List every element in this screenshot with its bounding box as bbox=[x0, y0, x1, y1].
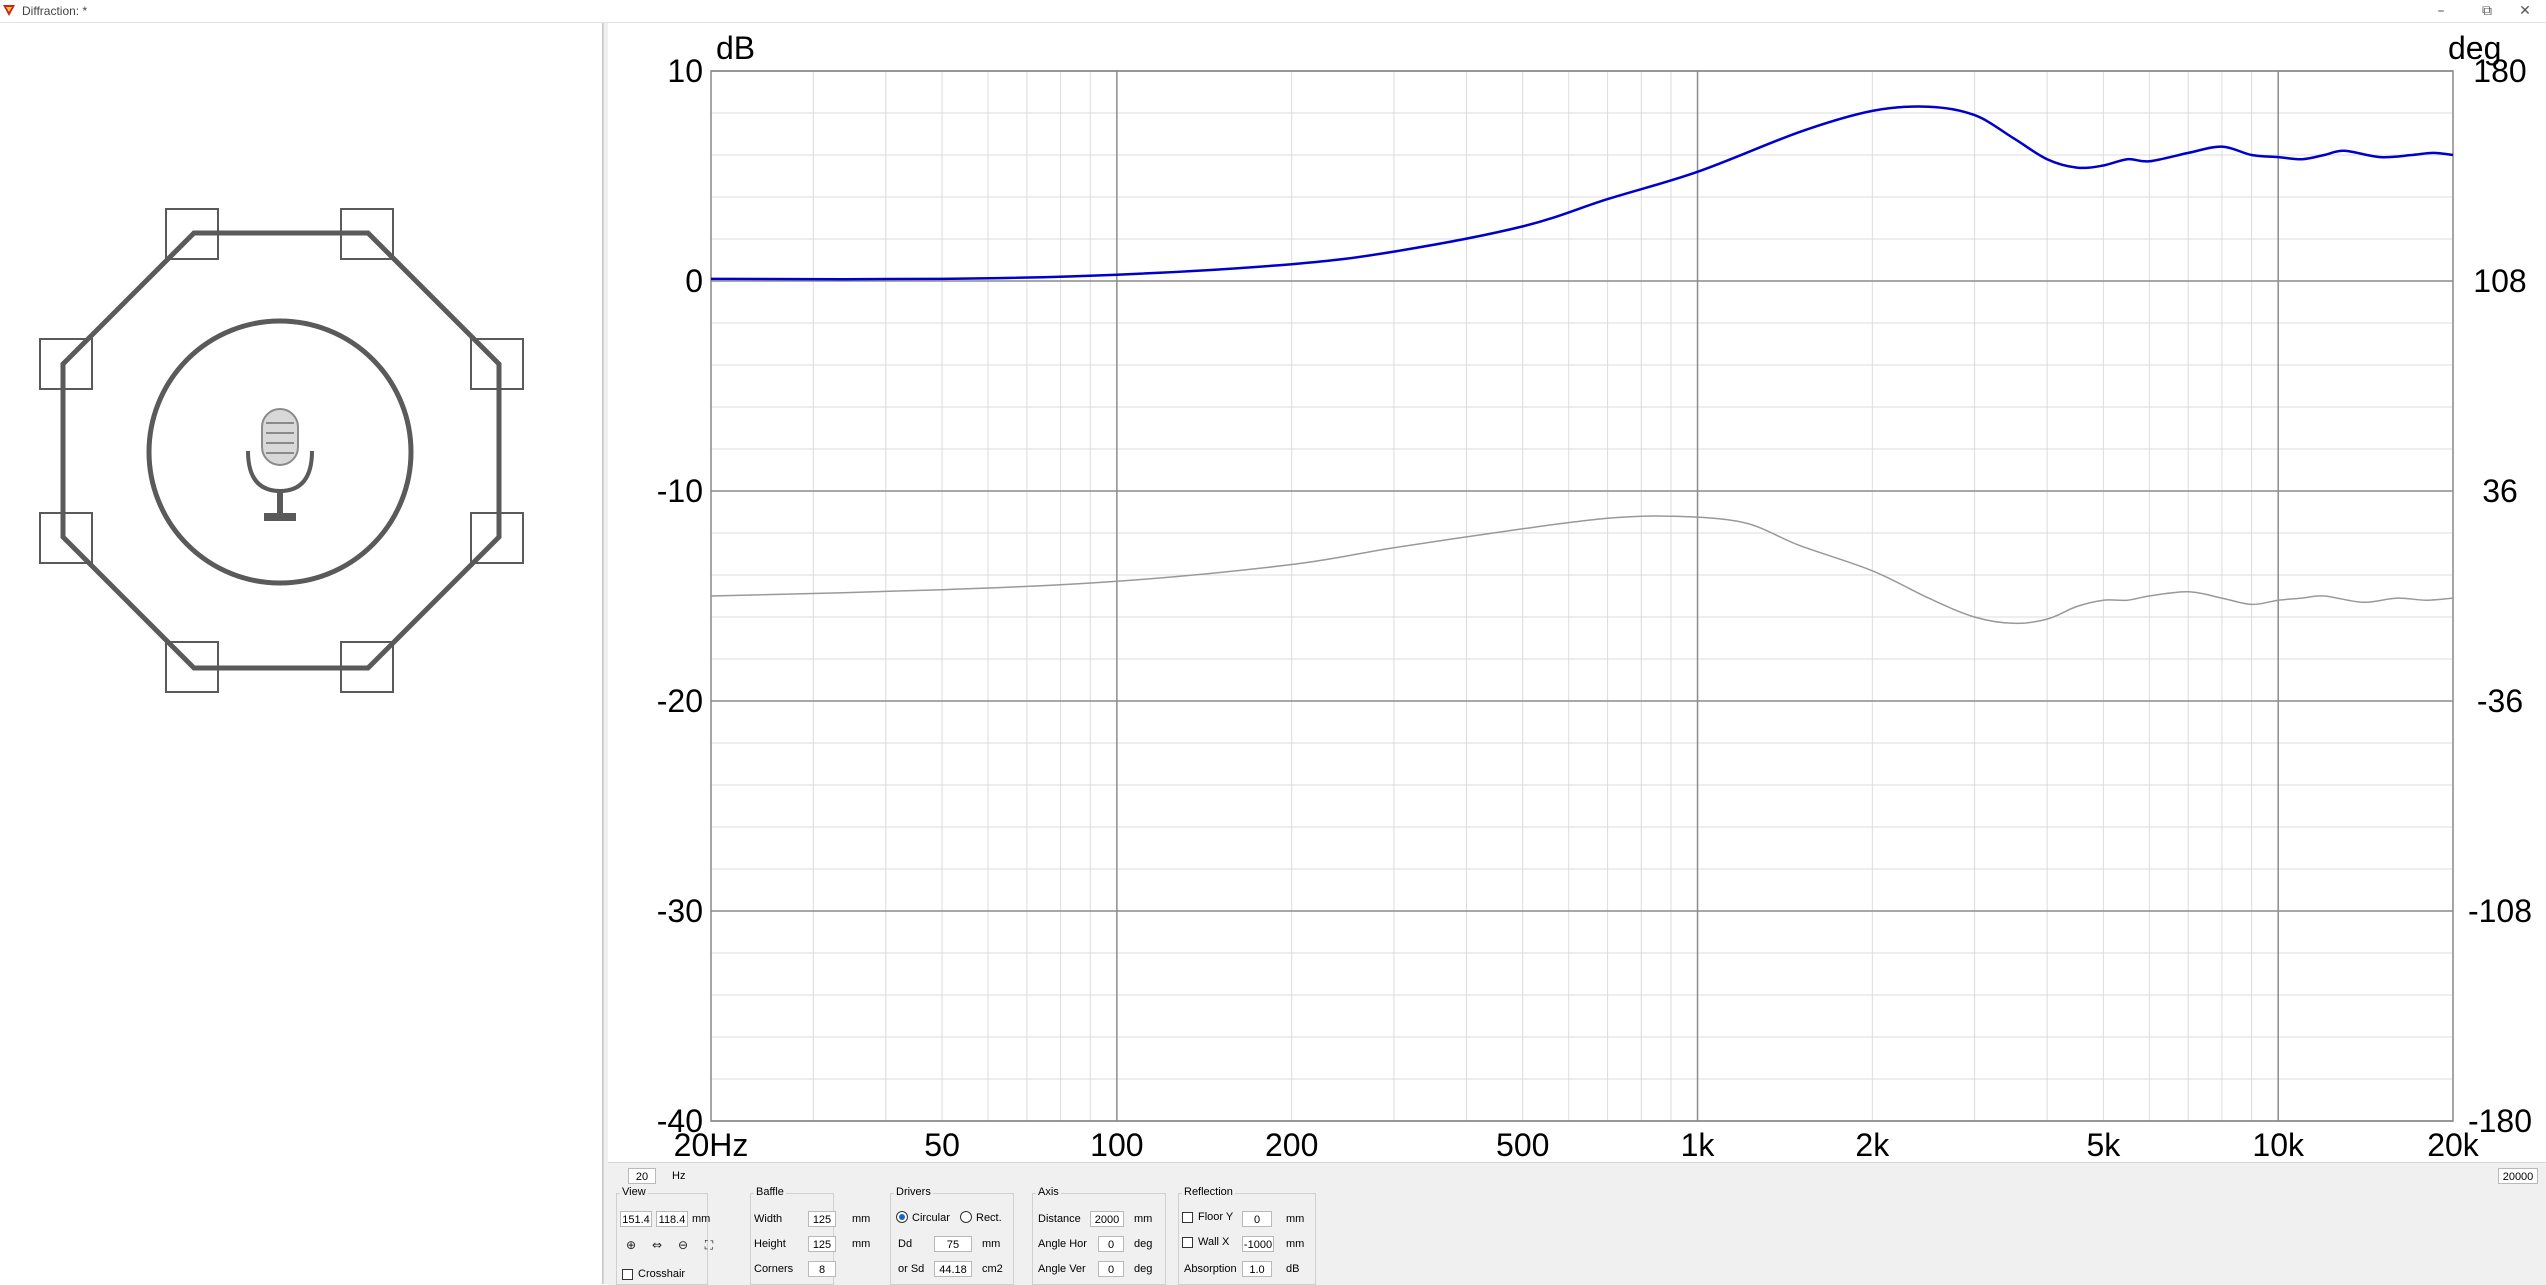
baffle-height-unit: mm bbox=[852, 1238, 871, 1250]
plot-frame bbox=[710, 70, 2454, 1122]
angle-ver-unit: deg bbox=[1134, 1263, 1153, 1275]
baffle-view-panel[interactable] bbox=[0, 23, 603, 1284]
wall-unit: mm bbox=[1286, 1238, 1305, 1250]
x-tick-label: 200 bbox=[1265, 1127, 1318, 1162]
view-height-input[interactable]: 118.4 bbox=[656, 1211, 688, 1227]
circular-radio[interactable] bbox=[896, 1211, 908, 1223]
angle-hor-label: Angle Hor bbox=[1038, 1238, 1087, 1250]
baffle-height-label: Height bbox=[754, 1238, 786, 1250]
window-title: Diffraction: * bbox=[22, 4, 88, 18]
rect-label: Rect. bbox=[976, 1212, 1002, 1224]
angle-ver-label: Angle Ver bbox=[1038, 1263, 1086, 1275]
title-bar: Diffraction: * – ⧉ ✕ bbox=[0, 0, 2546, 23]
minimize-button[interactable]: – bbox=[2418, 0, 2464, 22]
baffle-width-input[interactable]: 125 bbox=[808, 1211, 836, 1227]
dd-label: Dd bbox=[898, 1238, 913, 1250]
x-tick-label: 5k bbox=[2087, 1127, 2122, 1162]
absorption-label: Absorption bbox=[1184, 1263, 1237, 1275]
absorption-input[interactable]: 1.0 bbox=[1242, 1261, 1272, 1277]
sd-unit: cm2 bbox=[982, 1263, 1003, 1275]
angle-hor-unit: deg bbox=[1134, 1238, 1153, 1250]
sd-input[interactable]: 44.18 bbox=[934, 1261, 972, 1277]
zoom-in-icon[interactable]: ⊕ bbox=[622, 1236, 640, 1254]
wall-input[interactable]: -1000 bbox=[1242, 1236, 1274, 1252]
controls-panel: 20 Hz 20000 View 151.4 118.4 mm ⊕ ⇔ ⊖ ⛶ … bbox=[608, 1162, 2546, 1285]
baffle-width-label: Width bbox=[754, 1213, 783, 1225]
y-right-tick-label: -36 bbox=[2477, 683, 2523, 719]
right-unit-label: deg bbox=[2448, 30, 2501, 66]
freq-min-unit: Hz bbox=[672, 1170, 686, 1182]
series-line-1 bbox=[710, 105, 2454, 281]
drivers-group-title: Drivers bbox=[894, 1186, 933, 1198]
freq-max-input[interactable]: 20000 bbox=[2498, 1168, 2538, 1184]
x-tick-label: 10k bbox=[2252, 1127, 2305, 1162]
view-width-input[interactable]: 151.4 bbox=[620, 1211, 652, 1227]
freq-min-input[interactable]: 20 bbox=[628, 1168, 656, 1184]
floor-label: Floor Y bbox=[1198, 1211, 1234, 1223]
baffle-width-unit: mm bbox=[852, 1213, 871, 1225]
series-line-2 bbox=[710, 515, 2454, 625]
left-unit-label: dB bbox=[716, 30, 755, 66]
view-group-title: View bbox=[620, 1186, 648, 1198]
y-left-tick-label: -30 bbox=[657, 893, 703, 929]
angle-hor-input[interactable]: 0 bbox=[1098, 1236, 1124, 1252]
circular-label: Circular bbox=[912, 1212, 950, 1224]
rect-radio[interactable] bbox=[960, 1211, 972, 1223]
view-unit: mm bbox=[692, 1213, 711, 1225]
x-tick-label: 1k bbox=[1681, 1127, 1716, 1162]
absorption-unit: dB bbox=[1286, 1263, 1300, 1275]
y-right-tick-label: -180 bbox=[2468, 1103, 2532, 1139]
distance-unit: mm bbox=[1134, 1213, 1153, 1225]
angle-ver-input[interactable]: 0 bbox=[1098, 1261, 1124, 1277]
floor-unit: mm bbox=[1286, 1213, 1305, 1225]
floor-input[interactable]: 0 bbox=[1242, 1211, 1272, 1227]
distance-label: Distance bbox=[1038, 1213, 1081, 1225]
sd-label: or Sd bbox=[898, 1263, 925, 1275]
crosshair-label: Crosshair bbox=[638, 1268, 686, 1280]
x-tick-label: 100 bbox=[1090, 1127, 1143, 1162]
close-button[interactable]: ✕ bbox=[2502, 0, 2546, 22]
axis-group-title: Axis bbox=[1036, 1186, 1061, 1198]
zoom-width-icon[interactable]: ⇔ bbox=[648, 1236, 666, 1254]
x-tick-label: 50 bbox=[924, 1127, 960, 1162]
x-tick-label: 2k bbox=[1855, 1127, 1890, 1162]
crosshair-checkbox[interactable] bbox=[622, 1269, 633, 1280]
y-right-tick-label: 36 bbox=[2482, 473, 2518, 509]
x-tick-label: 500 bbox=[1496, 1127, 1549, 1162]
y-right-tick-label: 108 bbox=[2473, 263, 2526, 299]
microphone-icon[interactable] bbox=[246, 408, 314, 521]
distance-input[interactable]: 2000 bbox=[1090, 1211, 1124, 1227]
speaker-app-icon bbox=[3, 5, 15, 16]
dd-input[interactable]: 75 bbox=[934, 1236, 972, 1252]
baffle-height-input[interactable]: 125 bbox=[808, 1236, 836, 1252]
wall-checkbox[interactable] bbox=[1182, 1237, 1193, 1248]
frequency-response-graph[interactable]: 20Hz 50 100 200 500 1k 2k 5k 10k 20k 100-10-20-30… bbox=[608, 23, 2546, 1162]
y-left-tick-label: -40 bbox=[657, 1103, 703, 1139]
floor-checkbox[interactable] bbox=[1182, 1212, 1193, 1223]
zoom-out-icon[interactable]: ⊖ bbox=[674, 1236, 692, 1254]
y-left-tick-label: 10 bbox=[667, 53, 703, 89]
reflection-group-title: Reflection bbox=[1182, 1186, 1235, 1198]
baffle-group-title: Baffle bbox=[754, 1186, 786, 1198]
y-left-tick-label: 0 bbox=[685, 263, 703, 299]
graph-panel[interactable]: 20Hz 50 100 200 500 1k 2k 5k 10k 20k 10 0 -10 -20 -30… bbox=[608, 23, 2546, 1284]
wall-label: Wall X bbox=[1198, 1236, 1230, 1248]
baffle-drawing[interactable] bbox=[0, 23, 602, 783]
y-left-tick-label: -20 bbox=[657, 683, 703, 719]
baffle-corners-input[interactable]: 8 bbox=[808, 1261, 836, 1277]
zoom-fit-icon[interactable]: ⛶ bbox=[700, 1236, 718, 1254]
baffle-corners-label: Corners bbox=[754, 1263, 794, 1275]
y-left-tick-label: -10 bbox=[657, 473, 703, 509]
y-right-tick-label: -108 bbox=[2468, 893, 2532, 929]
dd-unit: mm bbox=[982, 1238, 1001, 1250]
